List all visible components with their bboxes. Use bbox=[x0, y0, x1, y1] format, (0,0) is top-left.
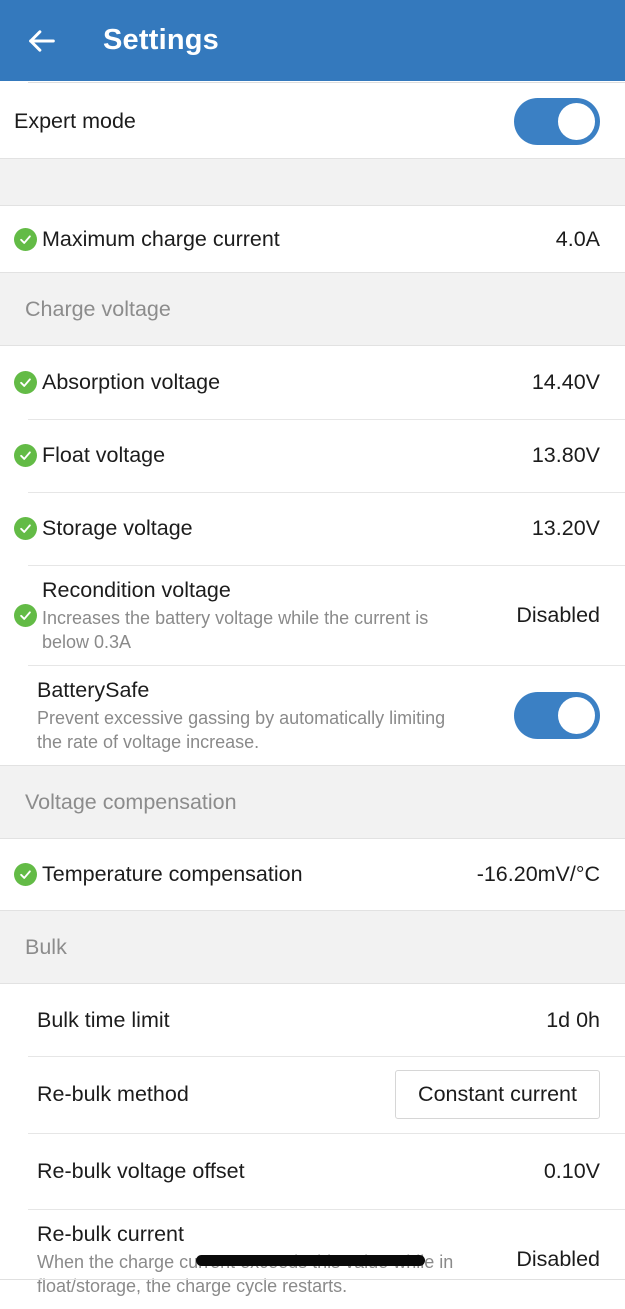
check-circle-icon bbox=[14, 863, 37, 886]
row-text-block: Recondition voltage Increases the batter… bbox=[14, 565, 500, 665]
divider bbox=[28, 419, 625, 420]
list-item-battery-safe[interactable]: BatterySafe Prevent excessive gassing by… bbox=[0, 665, 625, 765]
check-circle-icon bbox=[14, 444, 37, 467]
section-header-bulk: Bulk bbox=[0, 910, 625, 984]
list-item-storage-voltage[interactable]: Storage voltage 13.20V bbox=[0, 492, 625, 565]
gesture-navigation-bar[interactable] bbox=[196, 1255, 425, 1266]
list-item-label: Float voltage bbox=[42, 443, 166, 467]
row-text-block: Float voltage bbox=[14, 430, 516, 481]
section-label: Voltage compensation bbox=[25, 789, 237, 814]
list-item-value: 14.40V bbox=[531, 370, 600, 394]
list-item-label: BatterySafe bbox=[37, 678, 150, 702]
list-item-description: Prevent excessive gassing by automatical… bbox=[37, 708, 446, 752]
divider bbox=[0, 158, 625, 159]
toggle-knob bbox=[558, 696, 595, 734]
app-bar: Settings bbox=[0, 0, 625, 81]
list-item-label: Recondition voltage bbox=[42, 578, 231, 602]
divider bbox=[28, 492, 625, 493]
row-text-block: Absorption voltage bbox=[14, 357, 516, 408]
section-label: Charge voltage bbox=[25, 296, 171, 321]
list-item-label: Re-bulk method bbox=[37, 1082, 189, 1106]
row-text-block: Expert mode bbox=[14, 96, 498, 147]
check-circle-icon bbox=[14, 227, 37, 251]
section-label: Bulk bbox=[25, 934, 67, 959]
toggle-knob bbox=[558, 102, 595, 140]
list-item-label: Storage voltage bbox=[42, 516, 193, 540]
divider bbox=[0, 765, 625, 766]
divider bbox=[28, 1133, 625, 1134]
text-block: Recondition voltage Increases the batter… bbox=[42, 576, 467, 654]
list-item-label: Absorption voltage bbox=[42, 370, 221, 394]
list-item-value: 1d 0h bbox=[546, 1007, 600, 1032]
check-circle-icon bbox=[14, 517, 37, 540]
divider bbox=[28, 665, 625, 666]
list-item-recondition-voltage[interactable]: Recondition voltage Increases the batter… bbox=[0, 565, 625, 665]
expert-mode-toggle[interactable] bbox=[514, 97, 600, 145]
list-item-value: Disabled bbox=[516, 602, 600, 627]
row-text-block: Temperature compensation bbox=[14, 849, 461, 900]
divider bbox=[0, 910, 625, 911]
settings-list[interactable]: Expert mode Maximum charge current 4.0A … bbox=[0, 84, 625, 1309]
list-item-label: Temperature compensation bbox=[42, 862, 303, 886]
section-header-charge-voltage: Charge voltage bbox=[0, 272, 625, 346]
list-item-temperature-compensation[interactable]: Temperature compensation -16.20mV/°C bbox=[0, 839, 625, 910]
divider bbox=[0, 272, 625, 273]
list-item-float-voltage[interactable]: Float voltage 13.80V bbox=[0, 419, 625, 492]
battery-safe-toggle[interactable] bbox=[514, 691, 600, 739]
list-item-rebulk-voltage-offset[interactable]: Re-bulk voltage offset 0.10V bbox=[0, 1133, 625, 1209]
list-item-label: Re-bulk voltage offset bbox=[37, 1158, 245, 1183]
list-item-rebulk-method[interactable]: Re-bulk method Constant current bbox=[0, 1056, 625, 1133]
row-text-block: BatterySafe Prevent excessive gassing by… bbox=[37, 665, 498, 765]
list-item-value: 4.0A bbox=[555, 226, 600, 251]
list-item-expert-mode[interactable]: Expert mode bbox=[0, 84, 625, 158]
divider bbox=[28, 565, 625, 566]
row-text-block: Storage voltage bbox=[14, 503, 516, 554]
check-circle-icon bbox=[14, 371, 37, 394]
list-item-label: Expert mode bbox=[14, 108, 136, 133]
row-text-block: Re-bulk method bbox=[37, 1069, 379, 1120]
list-item-label: Re-bulk current bbox=[37, 1222, 184, 1246]
list-item-value: 13.80V bbox=[531, 443, 600, 467]
list-item-value: 0.10V bbox=[543, 1158, 600, 1183]
list-item-label: Maximum charge current bbox=[42, 226, 280, 251]
list-item-absorption-voltage[interactable]: Absorption voltage 14.40V bbox=[0, 346, 625, 419]
back-arrow-icon[interactable] bbox=[22, 21, 62, 61]
row-text-block: Re-bulk voltage offset bbox=[37, 1146, 528, 1197]
divider bbox=[28, 1209, 625, 1210]
list-item-label: Bulk time limit bbox=[37, 1007, 170, 1032]
page-title: Settings bbox=[103, 24, 219, 56]
list-item-value: Disabled bbox=[516, 1246, 600, 1271]
list-item-value: 13.20V bbox=[531, 516, 600, 540]
list-item-description: Increases the battery voltage while the … bbox=[42, 608, 429, 652]
section-header-voltage-compensation: Voltage compensation bbox=[0, 765, 625, 839]
row-text-block: Bulk time limit bbox=[37, 995, 530, 1046]
section-spacer bbox=[0, 158, 625, 206]
list-item-bulk-time-limit[interactable]: Bulk time limit 1d 0h bbox=[0, 984, 625, 1056]
list-item-value: -16.20mV/°C bbox=[476, 862, 600, 886]
row-text-block: Maximum charge current bbox=[14, 214, 540, 265]
divider bbox=[28, 1056, 625, 1057]
rebulk-method-select[interactable]: Constant current bbox=[395, 1070, 600, 1119]
check-circle-icon bbox=[14, 603, 37, 627]
list-item-maximum-charge-current[interactable]: Maximum charge current 4.0A bbox=[0, 206, 625, 272]
